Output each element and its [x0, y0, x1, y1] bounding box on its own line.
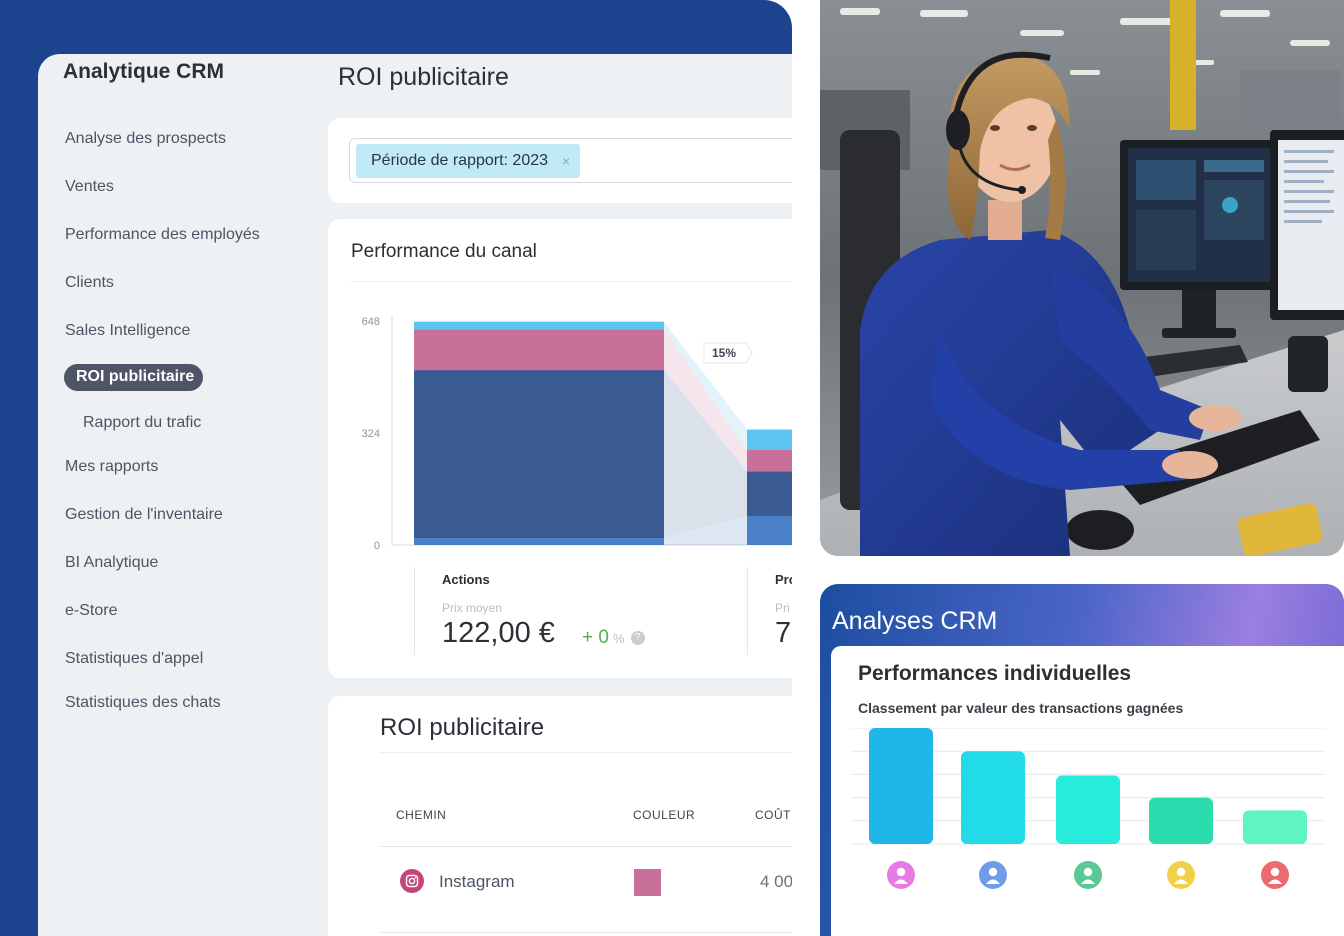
row-cost: 4 00 — [760, 872, 792, 891]
stat-actions: Actions Prix moyen 122,00 € + 0%? — [414, 567, 744, 655]
channel-performance-card: Performance du canal 0 324 648 15% Actions … — [328, 219, 792, 678]
ranking-bar — [1243, 810, 1307, 844]
bar-segment — [747, 449, 792, 472]
avatar-head — [896, 867, 906, 877]
help-icon[interactable]: ? — [630, 630, 645, 645]
divider — [380, 932, 792, 933]
filter-chip-period[interactable]: Période de rapport: 2023 × — [356, 144, 581, 178]
avatar-head — [988, 867, 998, 877]
avatar-head — [1083, 867, 1093, 877]
conversion-badge: 15% — [703, 342, 753, 364]
sidebar-item-rapport-trafic[interactable]: Rapport du trafic — [83, 414, 201, 432]
stat-value: 122,00 € — [442, 617, 555, 649]
bar-segment — [747, 515, 792, 545]
sidebar-item-performance-employes[interactable]: Performance des employés — [65, 226, 260, 244]
avatar-head — [1270, 867, 1280, 877]
stat-delta-value: + 0 — [582, 627, 609, 648]
avatar-icon — [887, 861, 915, 889]
panel-subtitle: Classement par valeur des transactions g… — [858, 700, 1184, 716]
crm-frame: Analytique CRM Analyse des prospects Ven… — [0, 0, 792, 936]
stat-sub-label: Pri — [775, 601, 790, 615]
panel-title: Performances individuelles — [858, 662, 1132, 685]
instagram-icon — [400, 869, 424, 893]
crm-window: Analytique CRM Analyse des prospects Ven… — [38, 54, 792, 936]
filter-input[interactable]: Période de rapport: 2023 × — [349, 138, 792, 183]
conversion-label: 15% — [712, 346, 736, 360]
sidebar-item-e-store[interactable]: e-Store — [65, 602, 117, 620]
bar-segment — [414, 329, 664, 371]
sidebar-item-statistiques-appel[interactable]: Statistiques d'appel — [65, 650, 203, 668]
sidebar-item-statistiques-chats[interactable]: Statistiques des chats — [65, 694, 221, 712]
bar-segment — [747, 429, 792, 450]
stat-name: Pro — [775, 572, 792, 587]
y-tick-label: 0 — [374, 540, 380, 552]
stat-delta: + 0%? — [582, 627, 645, 649]
stat-value: 7 — [775, 617, 792, 649]
divider — [380, 846, 792, 847]
sidebar-item-sales-intelligence[interactable]: Sales Intelligence — [65, 322, 190, 340]
sidebar-item-clients[interactable]: Clients — [65, 274, 114, 292]
divider — [380, 752, 792, 753]
operator-photo — [820, 0, 1344, 556]
sidebar-item-gestion-inventaire[interactable]: Gestion de l'inventaire — [65, 506, 223, 524]
bar-segment — [414, 538, 664, 545]
ranking-bar — [961, 751, 1025, 844]
monitor-right — [1270, 130, 1344, 320]
close-icon[interactable]: × — [562, 153, 570, 169]
stat-name: Actions — [442, 572, 490, 587]
main-content: ROI publicitaire Période de rapport: 202… — [328, 54, 792, 936]
filter-chip-label: Période de rapport: 2023 — [371, 152, 549, 169]
roi-table-card: ROI publicitaire CHEMIN COULEUR COÛT Ins… — [328, 696, 792, 936]
ranking-bar — [1149, 797, 1213, 844]
y-tick-label: 648 — [362, 316, 380, 328]
individual-performance-panel: Performances individuelles Classement pa… — [831, 646, 1344, 936]
bar-segment — [414, 321, 664, 330]
column-header-couleur[interactable]: COULEUR — [633, 808, 695, 822]
analytics-card: Analyses CRM Performances individuelles … — [820, 584, 1344, 936]
color-swatch — [634, 869, 661, 896]
sidebar-item-bi-analytique[interactable]: BI Analytique — [65, 554, 158, 572]
analytics-title: Analyses CRM — [832, 607, 998, 635]
column-header-cout[interactable]: COÛT — [755, 808, 791, 822]
channel-chart: 0 324 648 15% — [362, 315, 792, 552]
sidebar-item-roi-publicitaire[interactable]: ROI publicitaire — [64, 364, 204, 391]
sidebar-item-ventes[interactable]: Ventes — [65, 178, 114, 196]
bar-segment — [747, 471, 792, 516]
sidebar-item-mes-rapports[interactable]: Mes rapports — [65, 458, 158, 476]
roi-table-title: ROI publicitaire — [380, 714, 545, 741]
avatar-head — [1176, 867, 1186, 877]
avatar-icon — [1261, 861, 1289, 889]
avatar-icon — [979, 861, 1007, 889]
avatar-icon — [1074, 861, 1102, 889]
ranking-bar — [1056, 775, 1120, 844]
app-title: Analytique CRM — [63, 60, 225, 83]
y-tick-label: 324 — [362, 428, 380, 440]
operator-illustration — [820, 0, 1344, 556]
page-root: Analytique CRM Analyse des prospects Ven… — [0, 0, 1344, 936]
filter-card: Période de rapport: 2023 × — [328, 118, 792, 203]
stat-pro: Pro Pri 7 — [747, 567, 792, 655]
sidebar: Analytique CRM Analyse des prospects Ven… — [38, 54, 328, 936]
ranking-bar — [869, 728, 933, 844]
stat-delta-unit: % — [612, 631, 625, 646]
page-title: ROI publicitaire — [338, 63, 509, 91]
stat-sub-label: Prix moyen — [442, 601, 503, 615]
avatar-icon — [1167, 861, 1195, 889]
sidebar-item-analyse-prospects[interactable]: Analyse des prospects — [65, 130, 226, 148]
row-path: Instagram — [439, 872, 515, 891]
column-header-chemin[interactable]: CHEMIN — [396, 808, 446, 822]
ranking-chart — [851, 728, 1325, 889]
bar-segment — [414, 370, 664, 539]
